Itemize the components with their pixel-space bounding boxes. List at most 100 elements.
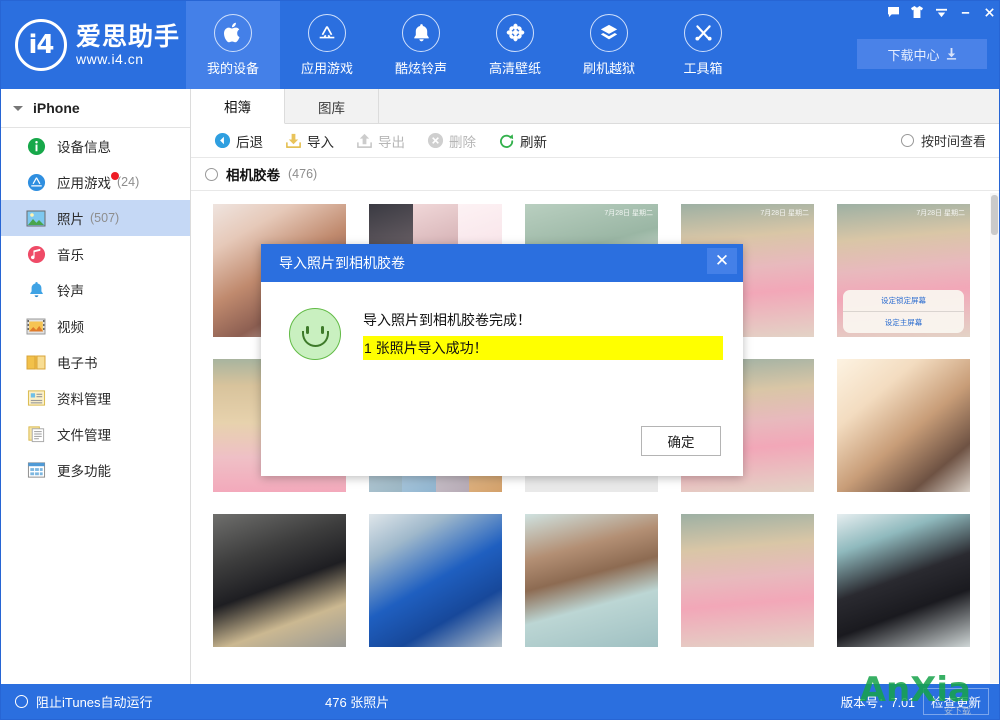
photo-thumbnail[interactable] xyxy=(837,514,970,647)
flower-icon xyxy=(496,13,534,52)
sidebar-item-music[interactable]: 音乐 xyxy=(1,236,190,272)
sidebar-item-ringtones[interactable]: 铃声 xyxy=(1,272,190,308)
tab-gallery[interactable]: 图库 xyxy=(285,89,379,124)
photo-cell[interactable] xyxy=(213,514,346,647)
action-toolbar: 后退 导入 导出 删除 刷新 按时间查看 xyxy=(191,124,999,158)
confirm-button[interactable]: 确定 xyxy=(641,426,721,456)
sidebar-item-photos[interactable]: 照片 (507) xyxy=(1,200,190,236)
nav-item-apps-games[interactable]: 应用游戏 xyxy=(280,1,374,89)
photo-thumbnail[interactable]: 7月28日 星期二 设定锁定屏幕 设定主屏幕 xyxy=(837,204,970,337)
sidebar-item-count: (507) xyxy=(90,211,120,225)
bell-icon xyxy=(25,279,47,301)
radio-icon xyxy=(15,695,28,708)
sidebar-item-label: 照片 xyxy=(57,212,84,227)
sidebar-item-apps-games[interactable]: 应用游戏 (24) xyxy=(1,164,190,200)
dialog-message-primary: 导入照片到相机胶卷完成！ xyxy=(363,312,531,328)
photo-total-count: 476 张照片 xyxy=(325,695,390,710)
brand-name: 爱思助手 xyxy=(76,22,181,51)
tab-albums[interactable]: 相簿 xyxy=(191,89,285,124)
nav-label: 酷炫铃声 xyxy=(394,60,447,76)
photo-thumbnail[interactable] xyxy=(213,514,346,647)
scrollbar-thumb[interactable] xyxy=(991,195,998,235)
skin-icon[interactable] xyxy=(905,1,929,23)
download-center-button[interactable]: 下载中心 xyxy=(857,39,987,69)
status-bar: 阻止iTunes自动运行 476 张照片 版本号：7.01 检查更新 AnXia… xyxy=(1,670,999,719)
photo-cell[interactable] xyxy=(681,514,814,647)
export-icon xyxy=(357,133,372,148)
album-radio-icon[interactable] xyxy=(205,167,218,181)
dialog-footer: 确定 xyxy=(641,426,721,456)
smiley-face-icon xyxy=(289,308,341,360)
photo-grid-scrollbar[interactable] xyxy=(990,193,999,683)
delete-button[interactable]: 删除 xyxy=(418,128,485,154)
nav-item-flash-jailbreak[interactable]: 刷机越狱 xyxy=(562,1,656,89)
photo-datestamp: 7月28日 星期二 xyxy=(760,210,809,217)
i4-logo-icon: i4 xyxy=(15,19,67,71)
data-icon xyxy=(25,387,47,409)
sidebar-item-more-features[interactable]: 更多功能 xyxy=(1,452,190,488)
sidebar-item-file-manage[interactable]: 文件管理 xyxy=(1,416,190,452)
download-icon xyxy=(946,48,956,60)
notification-badge xyxy=(111,172,119,180)
nav-label: 高清壁纸 xyxy=(488,60,541,76)
import-result-dialog: 导入照片到相机胶卷 ✕ 导入照片到相机胶卷完成！ 1 张照片导入成功！ 确定 xyxy=(261,244,743,476)
photo-cell[interactable] xyxy=(837,359,970,492)
check-update-button[interactable]: 检查更新 xyxy=(922,688,989,715)
block-itunes-label: 阻止iTunes自动运行 xyxy=(36,695,153,710)
minimize-icon[interactable] xyxy=(953,1,977,23)
content-tabs: 相簿 图库 xyxy=(191,89,999,124)
dialog-messages: 导入照片到相机胶卷完成！ 1 张照片导入成功！ xyxy=(363,308,723,360)
close-icon[interactable]: ✕ xyxy=(707,248,737,274)
refresh-button[interactable]: 刷新 xyxy=(489,128,556,154)
nav-item-ringtones[interactable]: 酷炫铃声 xyxy=(374,1,468,89)
sidebar-item-device-info[interactable]: 设备信息 xyxy=(1,128,190,164)
photo-thumbnail[interactable] xyxy=(837,359,970,492)
sidebar-item-count: (24) xyxy=(117,175,140,189)
chevron-down-icon xyxy=(13,105,23,111)
album-count: (476) xyxy=(288,167,318,181)
bell-icon xyxy=(402,13,440,52)
dialog-title-bar: 导入照片到相机胶卷 ✕ xyxy=(261,244,743,282)
photo-thumbnail[interactable] xyxy=(525,514,658,647)
video-icon xyxy=(25,315,47,337)
view-by-time-toggle[interactable]: 按时间查看 xyxy=(900,131,986,150)
version-text: 版本号：7.01 xyxy=(840,696,915,710)
album-name: 相机胶卷 xyxy=(226,168,280,183)
sidebar-item-videos[interactable]: 视频 xyxy=(1,308,190,344)
delete-label: 删除 xyxy=(449,134,476,150)
photo-cell[interactable]: 7月28日 星期二 设定锁定屏幕 设定主屏幕 xyxy=(837,204,970,337)
menu-icon[interactable] xyxy=(929,1,953,23)
nav-item-wallpapers[interactable]: 高清壁纸 xyxy=(468,1,562,89)
sidebar-item-label: 铃声 xyxy=(57,284,84,299)
message-icon[interactable] xyxy=(881,1,905,23)
sidebar-item-label: 设备信息 xyxy=(57,140,111,155)
sidebar-item-data-manage[interactable]: 资料管理 xyxy=(1,380,190,416)
file-icon xyxy=(25,423,47,445)
main-nav: 我的设备 应用游戏 酷炫铃声 高清壁纸 刷机越狱 工具箱 xyxy=(186,1,750,89)
tools-icon xyxy=(684,13,722,52)
refresh-icon xyxy=(500,134,514,148)
block-itunes-toggle[interactable]: 阻止iTunes自动运行 xyxy=(1,684,298,719)
window-controls xyxy=(881,1,999,23)
photo-thumbnail[interactable] xyxy=(369,514,502,647)
set-home-screen-option[interactable]: 设定主屏幕 xyxy=(843,312,964,333)
nav-label: 我的设备 xyxy=(206,60,259,76)
app-window: i4 爱思助手 www.i4.cn 我的设备 应用游戏 酷炫铃声 高清壁纸 刷机… xyxy=(0,0,1000,720)
close-icon[interactable] xyxy=(977,1,999,23)
import-button[interactable]: 导入 xyxy=(276,128,343,154)
more-icon xyxy=(25,459,47,481)
version-area: 版本号：7.01 检查更新 xyxy=(840,688,999,715)
photo-cell[interactable] xyxy=(525,514,658,647)
device-selector[interactable]: iPhone xyxy=(1,89,190,128)
nav-item-my-device[interactable]: 我的设备 xyxy=(186,1,280,89)
back-button[interactable]: 后退 xyxy=(205,128,272,154)
photo-cell[interactable] xyxy=(369,514,502,647)
photo-thumbnail[interactable] xyxy=(681,514,814,647)
set-lock-screen-option[interactable]: 设定锁定屏幕 xyxy=(843,290,964,312)
smiley-mouth xyxy=(302,331,329,347)
sidebar-item-ebooks[interactable]: 电子书 xyxy=(1,344,190,380)
export-button[interactable]: 导出 xyxy=(347,128,414,154)
nav-item-toolbox[interactable]: 工具箱 xyxy=(656,1,750,89)
photo-cell[interactable] xyxy=(837,514,970,647)
box-icon xyxy=(590,13,628,52)
